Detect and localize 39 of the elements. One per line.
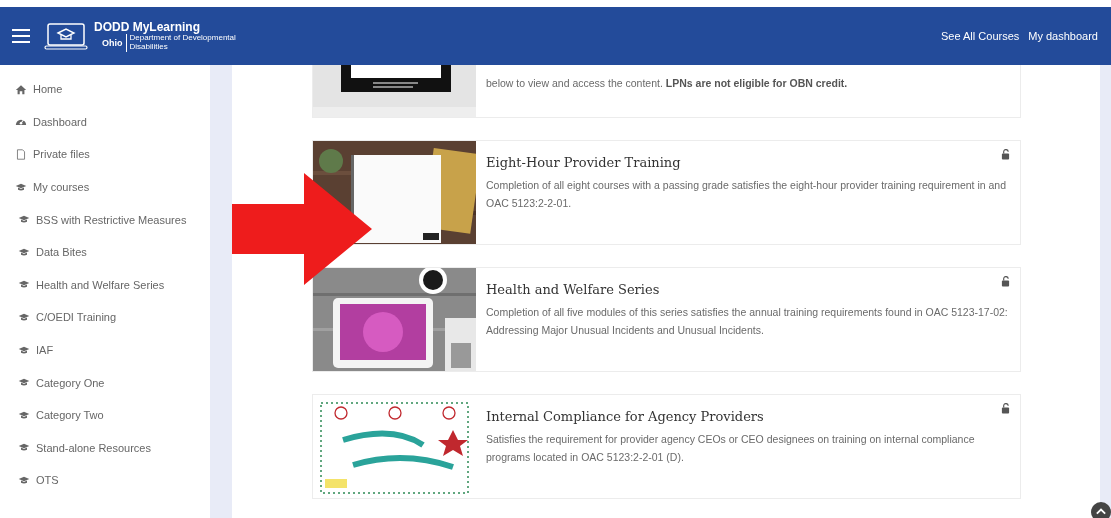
sidebar-item[interactable]: My courses	[33, 181, 90, 194]
graduation-cap-icon	[18, 409, 30, 421]
graduation-cap-icon	[18, 311, 30, 323]
sidebar-item[interactable]: Home	[33, 83, 63, 96]
sidebar-item[interactable]: Health and Welfare Series	[36, 278, 165, 291]
nav-link[interactable]: My dashboard	[1028, 30, 1098, 42]
graduation-cap-icon	[15, 181, 27, 193]
site-name[interactable]: DODD MyLearning	[94, 20, 250, 35]
sidebar-item[interactable]: Data Bites	[36, 246, 87, 259]
unlocked-padlock-icon	[1001, 276, 1010, 287]
sidebar-item[interactable]: C/OEDI Training	[36, 311, 117, 324]
nav-link[interactable]: See All Courses	[941, 30, 1020, 42]
graduation-cap-icon	[18, 344, 30, 356]
file-icon	[15, 149, 27, 160]
unlocked-padlock-icon	[1001, 149, 1010, 160]
unlocked-padlock-icon	[1001, 403, 1010, 414]
home-icon	[15, 83, 27, 95]
course-title[interactable]: Internal Compliance for Agency Providers	[486, 409, 764, 424]
sidebar-item[interactable]: BSS with Restrictive Measures	[36, 213, 187, 226]
sidebar-item[interactable]: Category Two	[36, 409, 104, 422]
sidebar-item[interactable]: Category One	[36, 376, 105, 389]
scroll-to-top-icon[interactable]	[1091, 502, 1111, 518]
course-summary: Completion of all five modules of this series satisfies the annual training requirements found in OAC 5123-17-02: Addressing Major Unusual Incidents and Unusual Incidents.	[486, 305, 1009, 338]
course-summary: below to view and access the content. LPNs are not eligible for OBN credit.	[486, 76, 849, 91]
graduation-cap-icon	[18, 474, 30, 486]
graduation-cap-icon	[18, 246, 30, 258]
sidebar-item[interactable]: Private files	[33, 148, 90, 161]
sidebar-item[interactable]: Dashboard	[33, 115, 87, 128]
sidebar-item[interactable]: Stand-alone Resources	[36, 441, 151, 454]
department-name: Department of Developmental Disabilities	[125, 34, 250, 52]
laptop-graduation-cap-icon[interactable]	[44, 22, 88, 50]
course-summary: Satisfies the requirement for provider agency CEOs or CEO designees on training on internal compliance programs located in OAC 5123:2-2-01 (D).	[486, 432, 976, 465]
sidebar-item[interactable]: IAF	[36, 344, 54, 357]
menu-icon[interactable]	[12, 29, 30, 43]
course-title[interactable]: Eight-Hour Provider Training	[486, 155, 681, 170]
course-summary: Completion of all eight courses with a passing grade satisfies the eight-hour provider training requirement in and OAC 5123:2-2-01.	[486, 178, 1008, 211]
course-title[interactable]: Health and Welfare Series	[486, 282, 660, 297]
sidebar-item[interactable]: OTS	[36, 474, 59, 487]
state-name: Ohio	[102, 38, 123, 48]
